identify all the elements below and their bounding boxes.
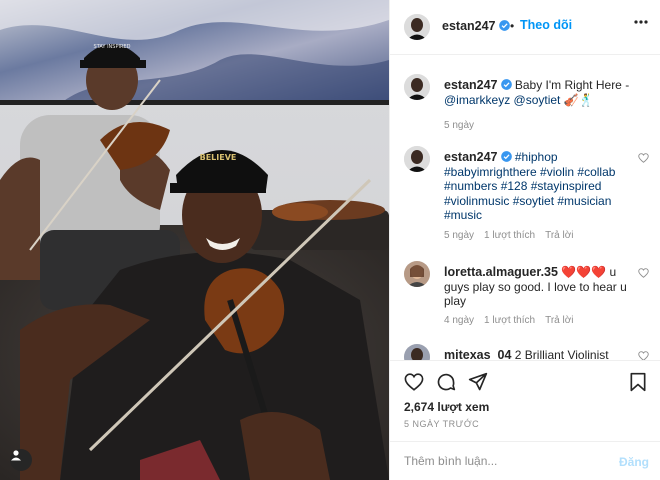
heart-icon[interactable] [404, 373, 424, 391]
caption-body: Baby I'm Right Here - [514, 78, 630, 92]
verified-badge-icon [500, 151, 512, 162]
caption-mentions[interactable]: @imarkkeyz @soytiet [444, 93, 560, 107]
back-cap-text: STAY INSPIRED [94, 44, 131, 50]
commenter-username[interactable]: mitexas_04 [444, 348, 511, 360]
post-caption: estan247 Baby I'm Right Here - @imarkkey… [404, 74, 649, 134]
caption-age[interactable]: 5 ngày [444, 120, 474, 131]
caption-username[interactable]: estan247 [444, 78, 498, 92]
commenter-avatar[interactable] [404, 344, 430, 360]
commenter-username[interactable]: estan247 [444, 150, 498, 164]
verified-badge-icon [500, 79, 512, 90]
caption-text: estan247 Baby I'm Right Here - @imarkkey… [444, 78, 644, 107]
comment-age[interactable]: 5 ngày [444, 230, 474, 241]
user-tag-button[interactable] [10, 449, 32, 471]
separator-dot: • [510, 19, 515, 33]
comment-meta: 5 ngày 1 lượt thích Trả lời [444, 230, 584, 241]
comments-list[interactable]: estan247 Baby I'm Right Here - @imarkkey… [390, 56, 660, 360]
front-cap-text: BELIEVE [200, 153, 237, 162]
comment-like-heart-icon[interactable] [638, 351, 649, 360]
comment-meta: 4 ngày 1 lượt thích Trả lời [444, 315, 584, 326]
author-avatar[interactable] [404, 74, 430, 100]
comment-input[interactable] [404, 454, 604, 468]
follow-button[interactable]: Theo dõi [520, 18, 572, 32]
action-bar: 2,674 lượt xem 5 NGÀY TRƯỚC Đăng [390, 360, 660, 480]
view-count[interactable]: 2,674 lượt xem [404, 400, 489, 414]
reply-button[interactable]: Trả lời [545, 230, 573, 241]
post-details-panel: estan247 • Theo dõi estan247 Baby I'm Ri… [389, 0, 660, 480]
paper-plane-icon[interactable] [468, 372, 488, 392]
comment-text: mitexas_04 2 Brilliant Violinist [444, 348, 644, 360]
comment-age[interactable]: 4 ngày [444, 315, 474, 326]
verified-badge-icon [498, 20, 510, 31]
post-video[interactable]: STAY INSPIRED BELIEVE [0, 0, 389, 480]
comment-likes[interactable]: 1 lượt thích [484, 315, 535, 326]
comment-text: estan247 #hiphop #babyimrighthere #violi… [444, 150, 644, 223]
commenter-avatar[interactable] [404, 261, 430, 287]
post-comment-button[interactable]: Đăng [619, 455, 649, 469]
comment-item: estan247 #hiphop #babyimrighthere #violi… [404, 146, 649, 246]
comment-item: mitexas_04 2 Brilliant Violinist [404, 344, 649, 360]
author-username[interactable]: estan247 [442, 19, 510, 33]
commenter-username[interactable]: loretta.almaguer.35 [444, 265, 558, 279]
reply-button[interactable]: Trả lời [545, 315, 573, 326]
comment-composer: Đăng [390, 441, 660, 480]
comment-likes[interactable]: 1 lượt thích [484, 230, 535, 241]
comment-emoji: ❤️❤️❤️ [561, 265, 607, 279]
comment-item: loretta.almaguer.35 ❤️❤️❤️ u guys play s… [404, 261, 649, 331]
caption-meta: 5 ngày [444, 120, 484, 131]
more-horizontal-icon[interactable] [634, 20, 648, 24]
caption-emoji: 🎻🕺 [563, 92, 594, 107]
user-icon [11, 450, 21, 461]
commenter-avatar[interactable] [404, 146, 430, 172]
comment-body: 2 Brilliant Violinist [514, 348, 609, 360]
comment-like-heart-icon[interactable] [638, 268, 649, 278]
author-avatar[interactable] [404, 14, 430, 40]
post-header: estan247 • Theo dõi [390, 0, 660, 55]
bookmark-icon[interactable] [629, 372, 647, 392]
comment-text: loretta.almaguer.35 ❤️❤️❤️ u guys play s… [444, 265, 644, 309]
post-timestamp[interactable]: 5 NGÀY TRƯỚC [404, 419, 479, 429]
comment-icon[interactable] [436, 372, 456, 392]
video-frame: STAY INSPIRED BELIEVE [0, 0, 389, 480]
comment-like-heart-icon[interactable] [638, 153, 649, 163]
